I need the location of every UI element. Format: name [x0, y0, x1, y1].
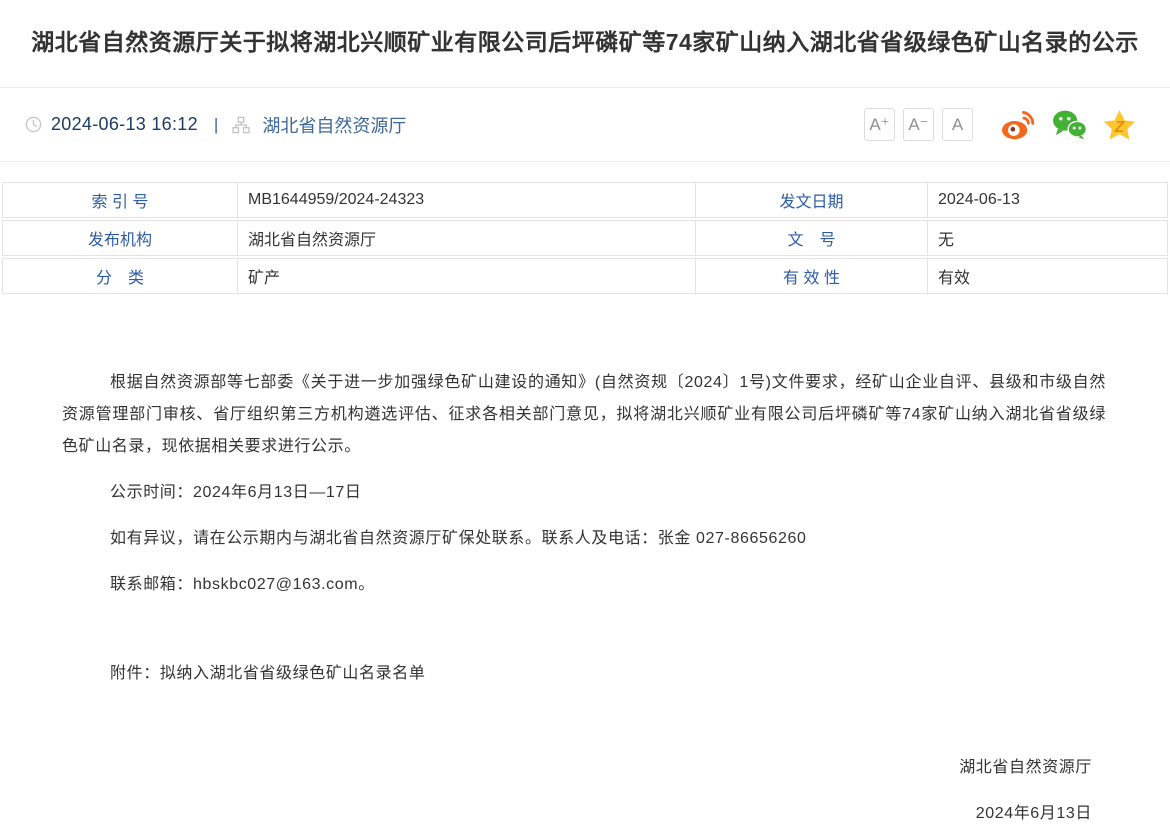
organization-icon	[232, 116, 250, 134]
clock-icon	[25, 116, 42, 133]
attachment-label: 附件：	[110, 665, 160, 682]
field-label-document-number: 文 号	[696, 221, 928, 255]
meta-left: 2024-06-13 16:12 | 湖北省自然资源厅	[25, 112, 406, 138]
field-value-index-number: MB1644959/2024-24323	[238, 183, 696, 217]
field-value-document-number: 无	[928, 221, 1167, 255]
signature-org: 湖北省自然资源厅	[0, 752, 1092, 784]
field-label-issue-date: 发文日期	[696, 183, 928, 217]
weibo-share-icon[interactable]	[1001, 109, 1036, 140]
table-row: 索 引 号 MB1644959/2024-24323 发文日期 2024-06-…	[2, 182, 1168, 218]
contact-paragraph: 如有异议，请在公示期内与湖北省自然资源厅矿保处联系。联系人及电话：张金 027-…	[62, 523, 1106, 555]
meta-actions: A⁺ A⁻ A	[864, 108, 1136, 141]
field-value-issue-date: 2024-06-13	[928, 183, 1167, 217]
font-reset-button[interactable]: A	[942, 108, 973, 141]
article-header: 湖北省自然资源厅关于拟将湖北兴顺矿业有限公司后坪磷矿等74家矿山纳入湖北省省级绿…	[0, 0, 1170, 88]
publicity-period-paragraph: 公示时间：2024年6月13日—17日	[62, 477, 1106, 509]
field-label-issuing-agency: 发布机构	[3, 221, 238, 255]
field-label-category: 分 类	[3, 259, 238, 293]
table-row: 分 类 矿产 有 效 性 有效	[2, 258, 1168, 294]
article-page: 湖北省自然资源厅关于拟将湖北兴顺矿业有限公司后坪磷矿等74家矿山纳入湖北省省级绿…	[0, 0, 1170, 830]
qzone-share-icon[interactable]: Z	[1103, 109, 1136, 141]
signature-block: 湖北省自然资源厅 2024年6月13日	[0, 752, 1170, 830]
field-value-validity: 有效	[928, 259, 1167, 293]
signature-date: 2024年6月13日	[0, 798, 1092, 830]
meta-separator: |	[214, 115, 218, 135]
font-increase-button[interactable]: A⁺	[864, 108, 895, 141]
field-label-validity: 有 效 性	[696, 259, 928, 293]
meta-bar: 2024-06-13 16:12 | 湖北省自然资源厅 A⁺ A⁻ A	[0, 88, 1170, 162]
attachment-line: 附件：拟纳入湖北省省级绿色矿山名录名单	[62, 658, 1106, 690]
field-label-index-number: 索 引 号	[3, 183, 238, 217]
table-row: 发布机构 湖北省自然资源厅 文 号 无	[2, 220, 1168, 256]
source-link[interactable]: 湖北省自然资源厅	[262, 112, 406, 138]
font-decrease-button[interactable]: A⁻	[903, 108, 934, 141]
field-value-category: 矿产	[238, 259, 696, 293]
email-paragraph: 联系邮箱：hbskbc027@163.com。	[62, 569, 1106, 601]
field-value-issuing-agency: 湖北省自然资源厅	[238, 221, 696, 255]
document-info-table: 索 引 号 MB1644959/2024-24323 发文日期 2024-06-…	[2, 182, 1168, 294]
page-title: 湖北省自然资源厅关于拟将湖北兴顺矿业有限公司后坪磷矿等74家矿山纳入湖北省省级绿…	[14, 26, 1156, 58]
wechat-share-icon[interactable]	[1052, 109, 1087, 140]
article-body: 根据自然资源部等七部委《关于进一步加强绿色矿山建设的通知》(自然资规〔2024〕…	[0, 296, 1170, 690]
body-paragraph: 根据自然资源部等七部委《关于进一步加强绿色矿山建设的通知》(自然资规〔2024〕…	[62, 367, 1106, 463]
attachment-link[interactable]: 拟纳入湖北省省级绿色矿山名录名单	[160, 665, 426, 682]
publish-datetime: 2024-06-13 16:12	[51, 114, 198, 135]
svg-text:Z: Z	[1114, 118, 1125, 135]
